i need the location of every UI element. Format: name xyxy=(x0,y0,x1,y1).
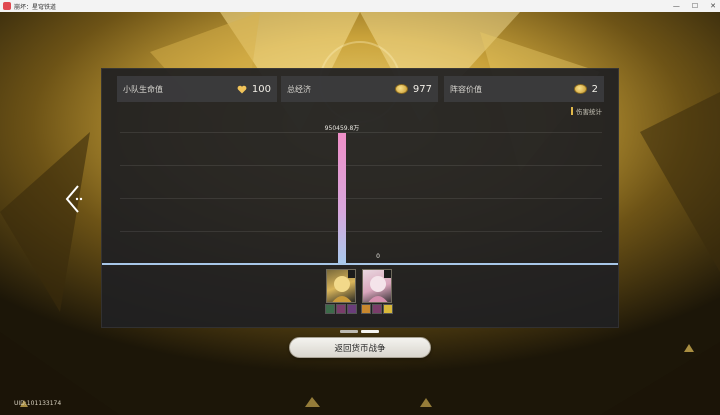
equipment-item[interactable] xyxy=(347,304,357,314)
stat-value: 977 xyxy=(412,83,432,95)
bar-value-label: 0 xyxy=(376,253,380,260)
path-badge xyxy=(348,270,355,278)
uid-label: UID:101133174 xyxy=(14,400,62,407)
grid-line xyxy=(120,132,602,133)
close-button[interactable]: ✕ xyxy=(710,0,716,12)
path-badge xyxy=(384,270,391,278)
minimize-button[interactable]: — xyxy=(673,0,680,12)
stat-label: 阵容价值 xyxy=(450,84,482,94)
stat-label: 总经济 xyxy=(287,84,311,94)
coin-icon xyxy=(394,84,408,94)
app-icon xyxy=(3,2,11,10)
window-controls: — ☐ ✕ xyxy=(673,0,716,12)
page-dot-active[interactable] xyxy=(361,330,379,333)
character-card-1[interactable] xyxy=(326,269,356,303)
return-to-currency-wars-button[interactable]: 返回货币战争 xyxy=(289,337,431,358)
equipment-item[interactable] xyxy=(325,304,335,314)
stat-value: 2 xyxy=(591,83,598,95)
bar-value-label: 950459.8万 xyxy=(324,125,360,132)
bar-character-1 xyxy=(338,133,346,263)
previous-arrow-button[interactable] xyxy=(62,183,88,215)
window-title: 崩坏：星穹铁道 xyxy=(14,3,57,11)
chart-baseline xyxy=(102,263,618,265)
chevron-left-icon xyxy=(65,185,83,213)
stat-label: 小队生命值 xyxy=(123,84,163,94)
stat-lineup-value: 阵容价值 2 xyxy=(444,76,604,102)
grid-line xyxy=(120,198,602,199)
damage-stats-tab[interactable]: 伤害统计 xyxy=(571,106,602,116)
character-card-2[interactable] xyxy=(362,269,392,303)
stat-total-economy: 总经济 977 xyxy=(281,76,438,102)
grid-line xyxy=(120,165,602,166)
equipment-row-1 xyxy=(325,304,357,314)
page-dot[interactable] xyxy=(340,330,358,333)
stat-squad-hp: 小队生命值 100 xyxy=(117,76,277,102)
equipment-row-2 xyxy=(361,304,393,314)
window-titlebar: 崩坏：星穹铁道 — ☐ ✕ xyxy=(0,0,720,12)
stat-value: 100 xyxy=(251,83,271,95)
tab-marker xyxy=(571,107,573,115)
coin-icon xyxy=(573,84,587,94)
damage-stats-label: 伤害统计 xyxy=(576,108,602,116)
maximize-button[interactable]: ☐ xyxy=(692,0,698,12)
damage-stats-panel: 小队生命值 100 总经济 977 阵容价值 2 伤害统计 950459.8万 xyxy=(101,68,619,328)
grid-line xyxy=(120,231,602,232)
equipment-item[interactable] xyxy=(361,304,371,314)
heart-icon xyxy=(237,85,247,93)
equipment-item[interactable] xyxy=(383,304,393,314)
equipment-item[interactable] xyxy=(336,304,346,314)
equipment-item[interactable] xyxy=(372,304,382,314)
page-indicator xyxy=(340,330,379,333)
